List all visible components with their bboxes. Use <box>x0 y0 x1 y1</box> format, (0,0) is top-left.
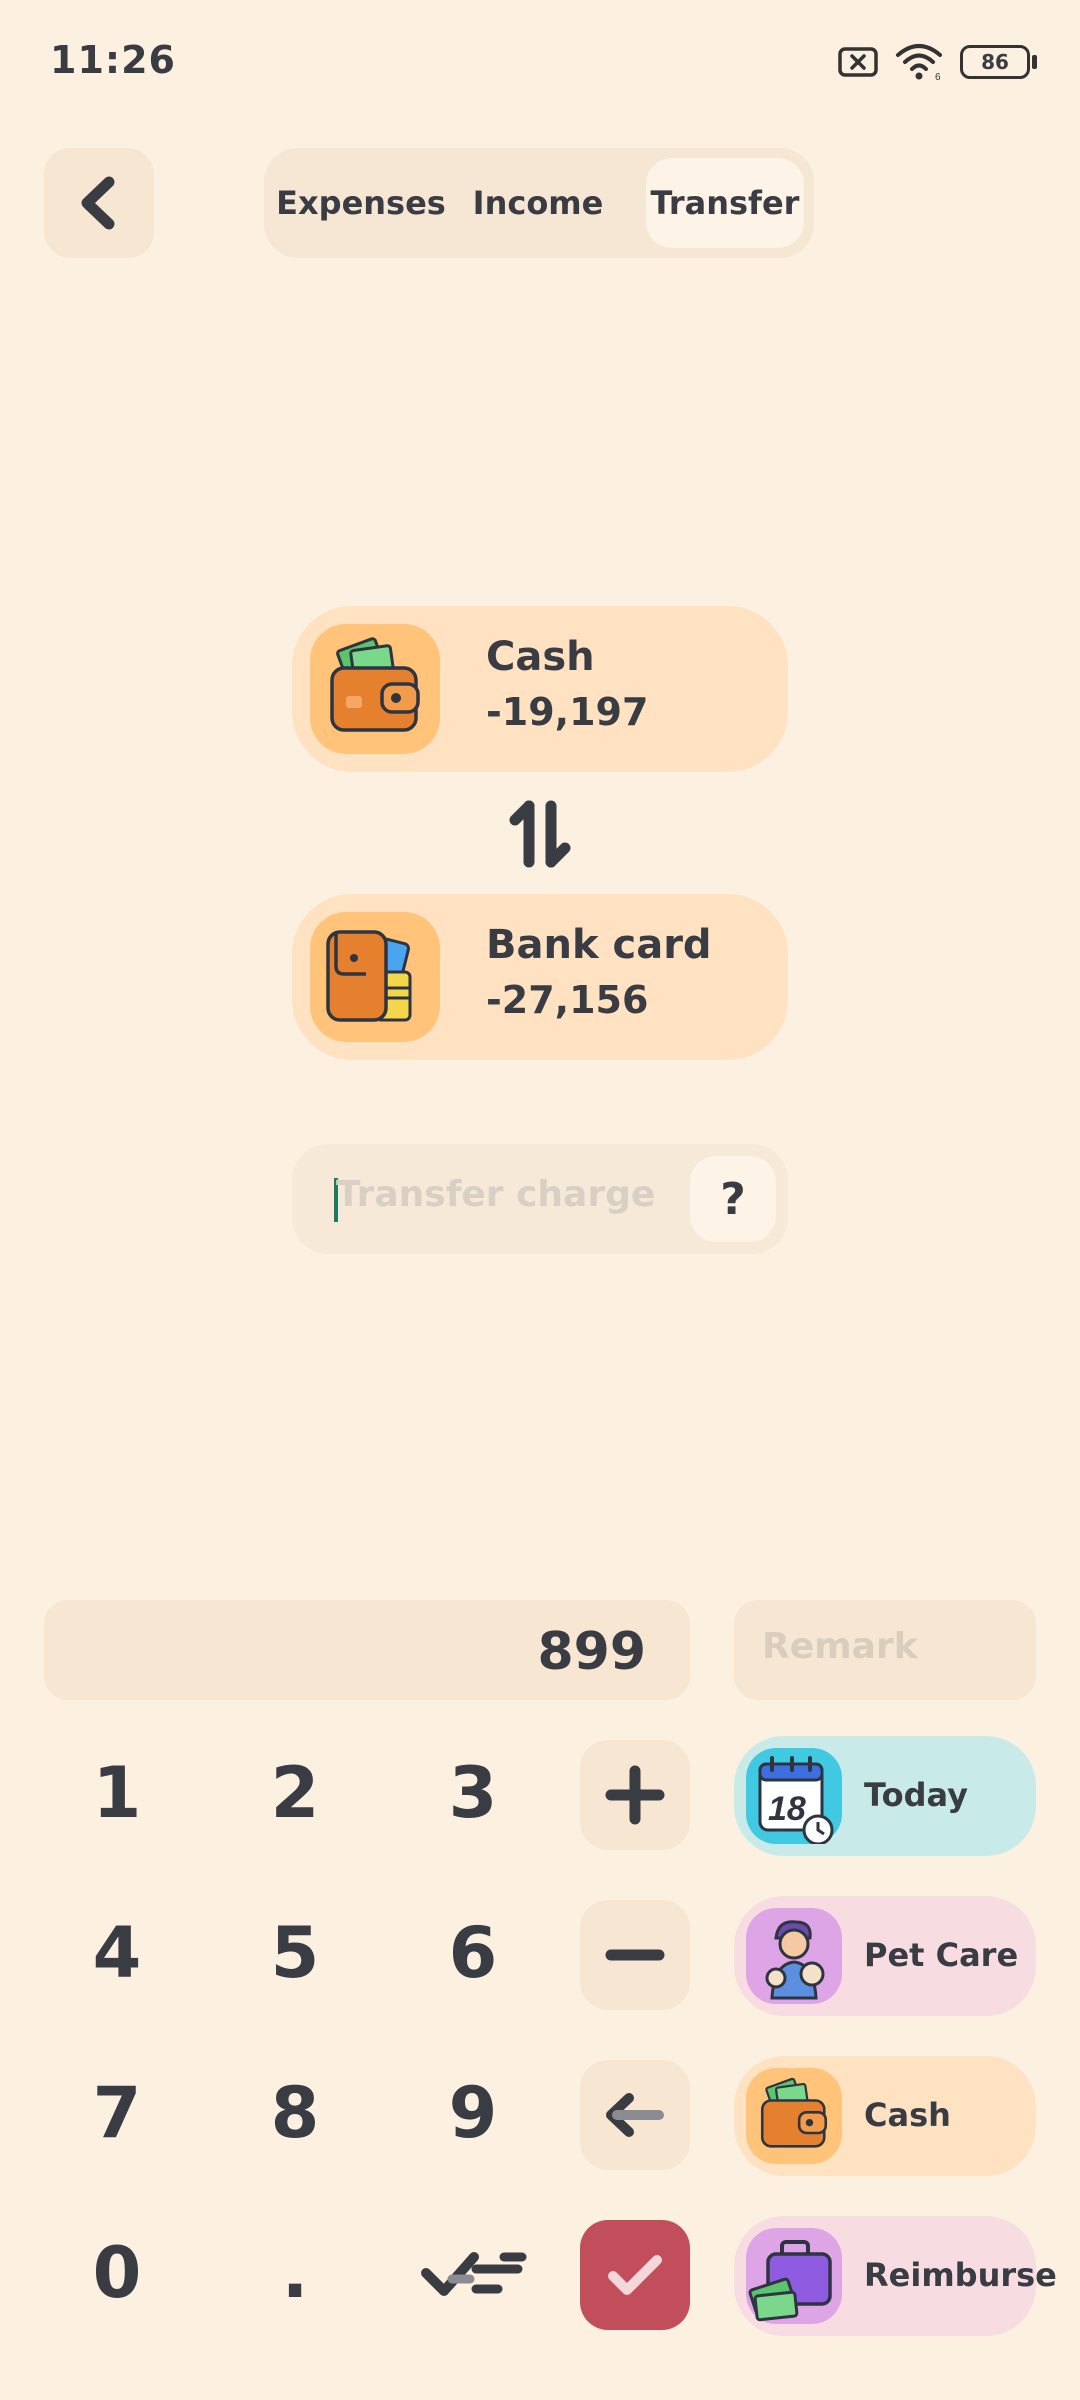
tab-transfer-label: Transfer <box>650 184 800 222</box>
key-3[interactable]: 3 <box>398 1738 548 1848</box>
key-3-label: 3 <box>448 1752 498 1834</box>
key-9[interactable]: 9 <box>398 2058 548 2168</box>
key-0-label: 0 <box>92 2232 142 2314</box>
tab-income[interactable]: Income <box>458 158 618 248</box>
category-button[interactable]: Pet Care <box>734 1896 1036 2016</box>
help-button[interactable]: ? <box>690 1156 776 1242</box>
transfer-charge-placeholder: Transfer charge <box>336 1174 656 1215</box>
key-0[interactable]: 0 <box>42 2218 192 2328</box>
key-4-label: 4 <box>92 1912 142 1994</box>
amount-display: 899 <box>44 1600 690 1700</box>
wallet-cards-icon <box>310 912 440 1042</box>
tab-expenses-label: Expenses <box>276 184 446 222</box>
from-account-name: Cash <box>486 634 595 680</box>
date-button-label: Today <box>864 1776 968 1814</box>
wifi-icon: 6 <box>896 44 942 81</box>
to-account-balance: -27,156 <box>486 978 649 1022</box>
to-account-name: Bank card <box>486 922 712 968</box>
battery-icon: 86 <box>960 45 1037 79</box>
category-button-label: Pet Care <box>864 1936 1019 1974</box>
plus-icon <box>605 1765 665 1825</box>
from-account-balance: -19,197 <box>486 690 649 734</box>
key-6[interactable]: 6 <box>398 1898 548 2008</box>
key-7-label: 7 <box>92 2072 142 2154</box>
backspace-arrow-icon <box>606 2093 664 2137</box>
key-2-label: 2 <box>270 1752 320 1834</box>
date-button[interactable]: 18 Today <box>734 1736 1036 1856</box>
reimburse-button-label: Reimburse <box>864 2256 1057 2294</box>
confirm-button[interactable] <box>580 2220 690 2330</box>
save-and-continue-button[interactable] <box>398 2218 548 2328</box>
key-9-label: 9 <box>448 2072 498 2154</box>
help-label: ? <box>720 1173 746 1225</box>
swap-arrows-icon <box>509 800 571 868</box>
remark-input[interactable]: Remark <box>734 1600 1036 1700</box>
pet-care-icon <box>746 1908 842 2004</box>
back-arrow-icon <box>81 176 115 230</box>
status-time: 11:26 <box>50 38 176 82</box>
wallet-cash-icon <box>310 624 440 754</box>
minus-icon <box>605 1949 665 1961</box>
transfer-charge-input[interactable]: Transfer charge ? <box>292 1144 788 1254</box>
screen-off-icon <box>838 47 878 77</box>
tab-expenses[interactable]: Expenses <box>274 158 448 248</box>
svg-text:6: 6 <box>935 72 941 81</box>
key-7[interactable]: 7 <box>42 2058 192 2168</box>
minus-button[interactable] <box>580 1900 690 2010</box>
key-8-label: 8 <box>270 2072 320 2154</box>
calendar-date-number: 18 <box>768 1790 806 1828</box>
plus-button[interactable] <box>580 1740 690 1850</box>
key-5-label: 5 <box>270 1912 320 1994</box>
battery-level: 86 <box>981 50 1009 74</box>
swap-accounts-button[interactable] <box>505 800 575 870</box>
type-tabs: Expenses Income Transfer <box>264 148 814 258</box>
backspace-button[interactable] <box>580 2060 690 2170</box>
key-4[interactable]: 4 <box>42 1898 192 2008</box>
key-decimal[interactable]: . <box>220 2218 370 2328</box>
remark-placeholder: Remark <box>762 1626 918 1667</box>
key-decimal-label: . <box>281 2232 309 2314</box>
to-account-card[interactable]: Bank card -27,156 <box>292 894 788 1060</box>
briefcase-money-icon <box>746 2228 842 2324</box>
status-icons: 6 86 <box>838 40 1037 84</box>
amount-value: 899 <box>537 1622 646 1682</box>
double-check-icon <box>421 2252 527 2296</box>
key-5[interactable]: 5 <box>220 1898 370 2008</box>
from-account-card[interactable]: Cash -19,197 <box>292 606 788 772</box>
back-button[interactable] <box>44 148 154 258</box>
account-button[interactable]: Cash <box>734 2056 1036 2176</box>
key-1-label: 1 <box>92 1752 142 1834</box>
tab-transfer[interactable]: Transfer <box>646 158 804 248</box>
calendar-icon: 18 <box>746 1748 842 1846</box>
reimburse-button[interactable]: Reimburse <box>734 2216 1057 2336</box>
key-1[interactable]: 1 <box>42 1738 192 1848</box>
key-6-label: 6 <box>448 1912 498 1994</box>
key-2[interactable]: 2 <box>220 1738 370 1848</box>
check-icon <box>608 2255 662 2295</box>
key-8[interactable]: 8 <box>220 2058 370 2168</box>
tab-income-label: Income <box>472 184 604 222</box>
account-button-label: Cash <box>864 2096 951 2134</box>
wallet-cash-icon <box>746 2068 842 2164</box>
